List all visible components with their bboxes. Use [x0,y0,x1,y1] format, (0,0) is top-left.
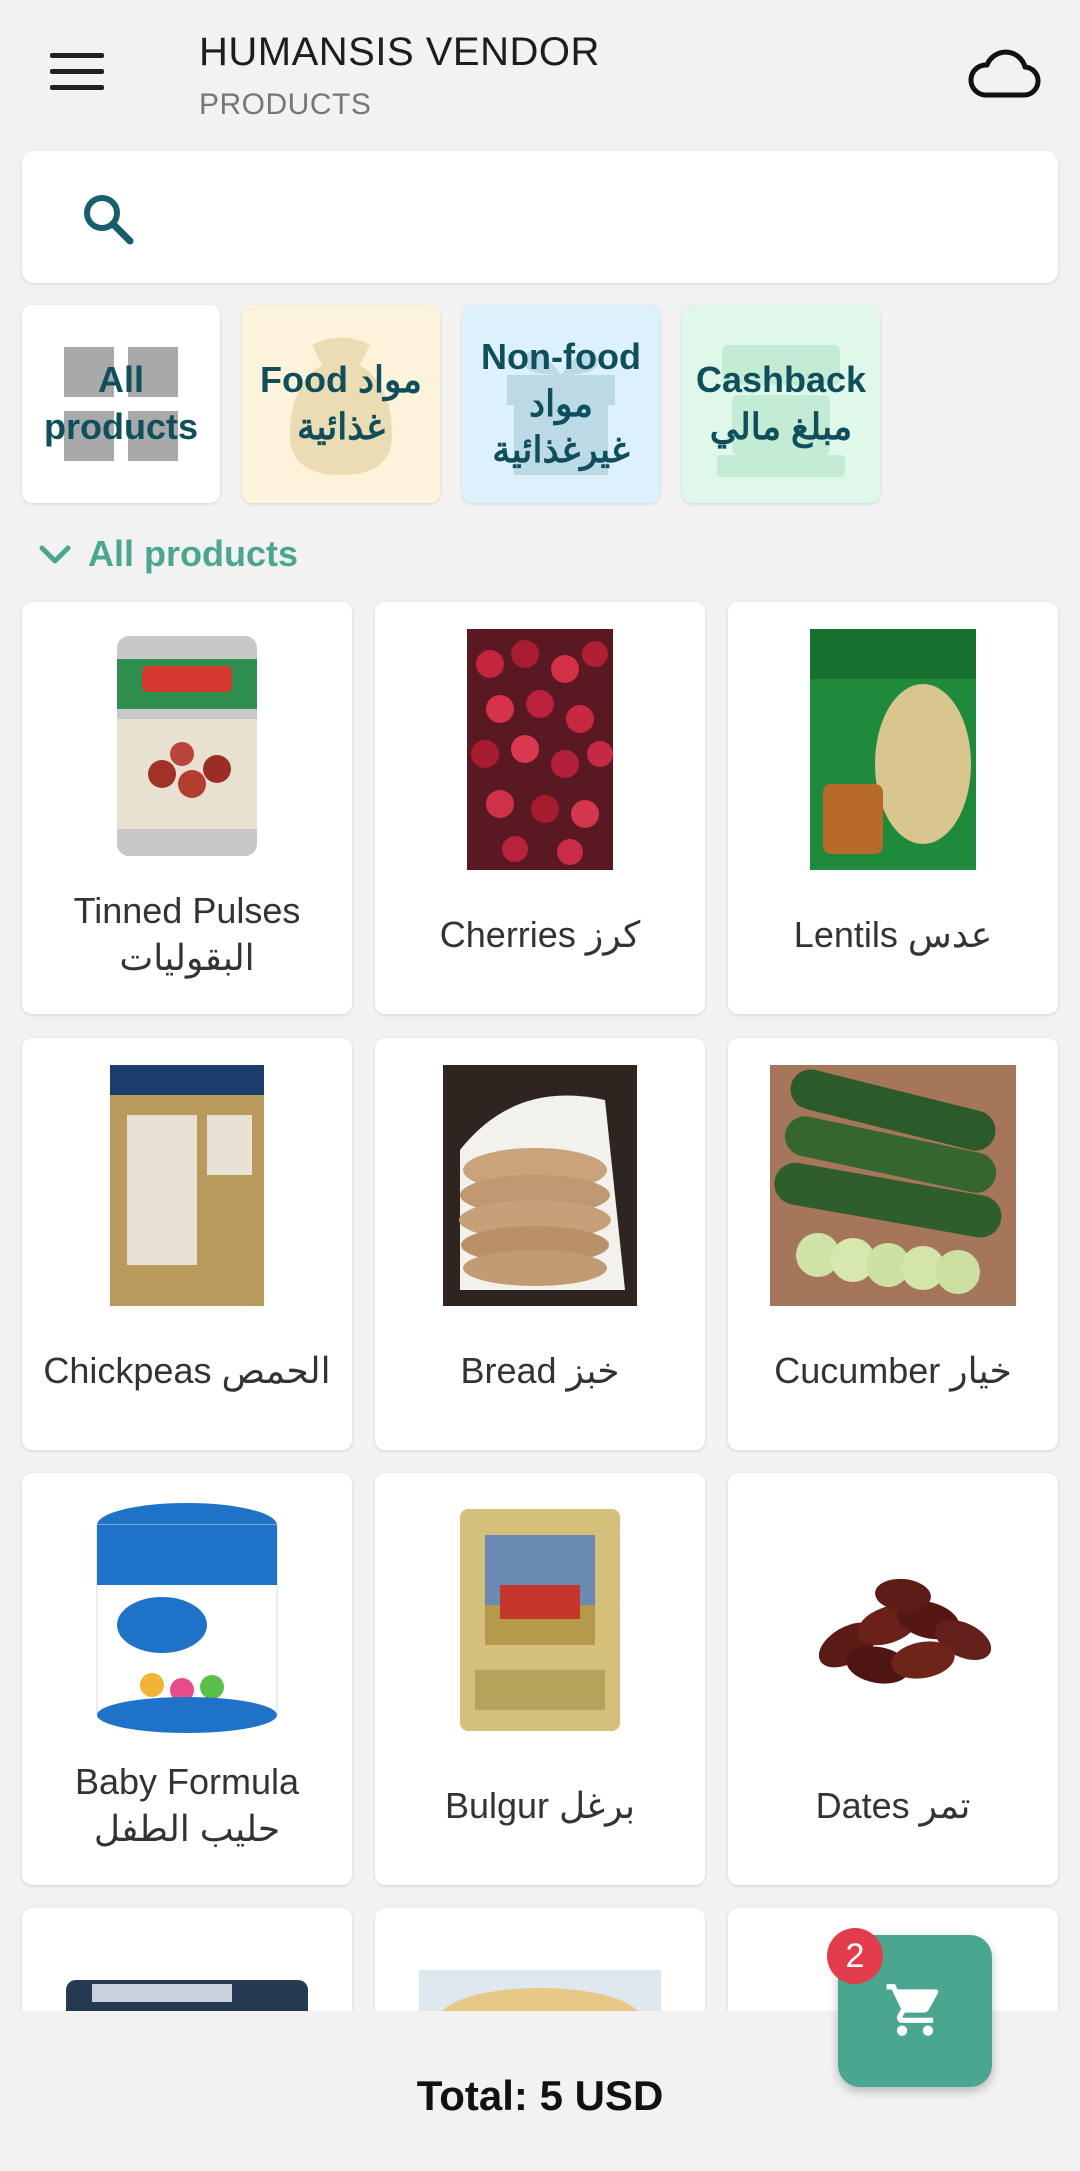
category-label: All products [43,359,198,447]
product-card[interactable]: Lentils عدس [728,602,1058,1014]
category-all-products[interactable]: All products [22,305,220,503]
product-image [66,1980,308,2028]
cart-count-badge: 2 [827,1928,883,1984]
section-header-all-products[interactable]: All products [36,530,298,578]
product-name: Baby Formula حليب الطفل [74,1761,300,1849]
baby-formula-image [96,1503,278,1733]
product-card[interactable]: Dates تمر [728,1473,1058,1885]
category-food[interactable]: Food مواد غذائية [242,305,440,503]
app-bar: HUMANSIS VENDOR PRODUCTS [0,0,1080,148]
category-non-food[interactable]: Non-food مواد غيرغذائية [462,305,660,503]
product-card[interactable] [375,1908,705,2028]
tinned-pulses-image [117,636,257,856]
cherries-image [467,629,613,870]
cucumber-image [770,1065,1016,1306]
product-card[interactable]: Cucumber خيار [728,1038,1058,1450]
bulgur-image [460,1509,620,1731]
product-name: Cherries كرز [439,913,641,955]
product-card[interactable] [22,1908,352,2028]
section-title: All products [88,533,299,574]
product-card[interactable]: Bread خبز [375,1038,705,1450]
dates-image [818,1578,992,1684]
product-card[interactable]: Chickpeas الحمص [22,1038,352,1450]
search-bar[interactable] [22,151,1058,283]
product-image [419,1970,661,2028]
product-card[interactable]: Tinned Pulses البقوليات [22,602,352,1014]
product-card[interactable]: Bulgur برغل [375,1473,705,1885]
product-name: Chickpeas الحمص [43,1349,331,1391]
page-subtitle: PRODUCTS [199,88,372,121]
product-card[interactable]: Cherries كرز [375,602,705,1014]
product-name: Dates تمر [815,1784,971,1826]
product-name: Cucumber خيار [774,1349,1012,1391]
chevron-down-icon [39,545,71,564]
category-label: Food مواد غذائية [260,359,422,447]
product-name: Lentils عدس [793,913,993,955]
category-label: Cashback مبلغ مالي [695,359,867,447]
category-cashback[interactable]: Cashback مبلغ مالي [682,305,880,503]
lentils-image [810,629,976,870]
app-title: HUMANSIS VENDOR [199,30,600,74]
search-icon [84,195,134,245]
bread-image [443,1065,637,1306]
product-card[interactable]: Baby Formula حليب الطفل [22,1473,352,1885]
shopping-cart-icon [886,1984,939,2036]
chickpeas-image [110,1065,264,1306]
product-name: Tinned Pulses البقوليات [73,890,301,978]
hamburger-menu-icon[interactable] [50,53,104,93]
product-name: Bulgur برغل [444,1784,636,1826]
product-name: Bread خبز [460,1349,620,1391]
category-label: Non-food مواد غيرغذائية [481,335,641,471]
cloud-icon[interactable] [965,45,1041,105]
